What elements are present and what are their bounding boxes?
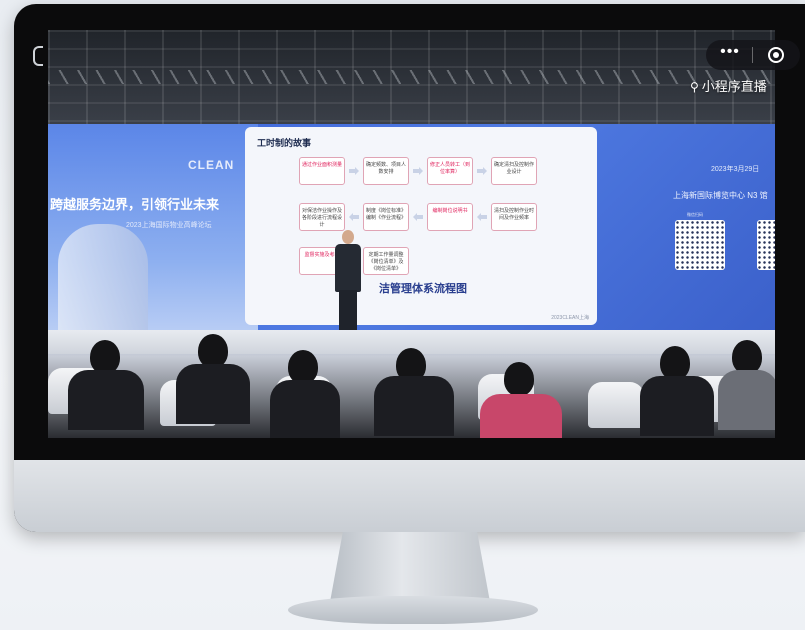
forum-name: 2023上海国际物业高峰论坛: [126, 222, 212, 229]
flow-box: 定期工作量调整《岗位清单》及《岗位清单》: [363, 247, 409, 275]
flow-box-text: 对保洁作业操作及各阶段进行流程设计: [301, 208, 342, 228]
presenter-head: [342, 230, 354, 244]
flow-box-text: 清扫及控制作业时间及作业频率: [493, 208, 534, 221]
audience-head: [90, 340, 120, 374]
flow-box: 确定清扫及控制作业设计: [491, 157, 537, 185]
capsule-divider: [752, 47, 753, 63]
flow-arrow-icon: [477, 167, 487, 175]
audience-head: [732, 340, 762, 374]
audience-body: [480, 394, 562, 438]
flow-arrow-icon: [477, 213, 487, 221]
audience-body: [176, 364, 250, 424]
flow-box-text: 制度《岗位标准》编制《作业流程》: [365, 208, 406, 221]
side-bracket: [33, 46, 43, 66]
audience-head: [198, 334, 228, 368]
flow-box-text: 确定清扫及控制作业设计: [493, 162, 534, 175]
flow-arrow-icon: [349, 167, 359, 175]
video-screen: CLEAN 跨越服务边界，引领行业未来 2023上海国际物业高峰论坛 工时制的故…: [48, 30, 775, 438]
qr-code-icon: [757, 220, 775, 270]
monitor-stand-base: [288, 596, 538, 624]
ceiling-truss: [48, 70, 775, 84]
audience-body: [270, 380, 340, 438]
flow-box: 确定频数、项目人数安排: [363, 157, 409, 185]
audience-head: [288, 350, 318, 384]
flow-box: 编制岗位说明书: [427, 203, 473, 231]
slide-title: 工时制的故事: [257, 138, 312, 148]
slide-caption: 洁管理体系流程图: [379, 283, 467, 295]
audience-body: [640, 376, 714, 436]
presentation-slide: 工时制的故事 通过作业面积测量 确定频数、项目人数安排 修正人员转工（到位率算）…: [245, 127, 597, 325]
monitor-stand-neck: [330, 532, 490, 602]
flow-box: 清扫及控制作业时间及作业频率: [491, 203, 537, 231]
more-dots-icon[interactable]: •••: [714, 44, 746, 63]
link-icon: ⚲: [690, 80, 699, 94]
audience-chair: [588, 382, 644, 428]
target-close-icon[interactable]: [768, 47, 784, 63]
presenter-suit: [335, 244, 361, 292]
monitor-chin: [14, 460, 805, 532]
qr-code-icon: [675, 220, 725, 270]
flow-arrow-icon: [413, 167, 423, 175]
audience-head: [504, 362, 534, 396]
audience-body: [374, 376, 454, 436]
audience: [48, 310, 775, 438]
mini-program-live-badge[interactable]: ⚲ 小程序直播: [690, 76, 767, 95]
flow-box-text: 编制岗位说明书: [432, 208, 468, 214]
flow-box-text: 确定频数、项目人数安排: [365, 162, 406, 175]
audience-body: [68, 370, 144, 430]
flow-box-text: 定期工作量调整《岗位清单》及《岗位清单》: [368, 252, 404, 272]
mini-program-label: 小程序直播: [701, 79, 767, 94]
flow-box-text: 修正人员转工（到位率算）: [429, 162, 470, 175]
brand-logo: CLEAN: [188, 158, 235, 172]
flow-box: 对保洁作业操作及各阶段进行流程设计: [299, 203, 345, 231]
flow-arrow-icon: [349, 213, 359, 221]
event-venue: 上海新国际博览中心 N3 馆: [673, 191, 768, 200]
flow-box: 通过作业面积测量: [299, 157, 345, 185]
audience-head: [660, 346, 690, 380]
flow-box-text: 通过作业面积测量: [301, 162, 342, 168]
event-tagline: 跨越服务边界，引领行业未来: [50, 197, 220, 212]
mini-program-capsule: •••: [706, 40, 800, 70]
qr-label: 微信扫码: [687, 212, 703, 217]
event-date: 2023年3月29日: [711, 166, 760, 173]
flow-box: 制度《岗位标准》编制《作业流程》: [363, 203, 409, 231]
flow-box: 修正人员转工（到位率算）: [427, 157, 473, 185]
flow-arrow-icon: [413, 213, 423, 221]
audience-body: [718, 370, 775, 430]
